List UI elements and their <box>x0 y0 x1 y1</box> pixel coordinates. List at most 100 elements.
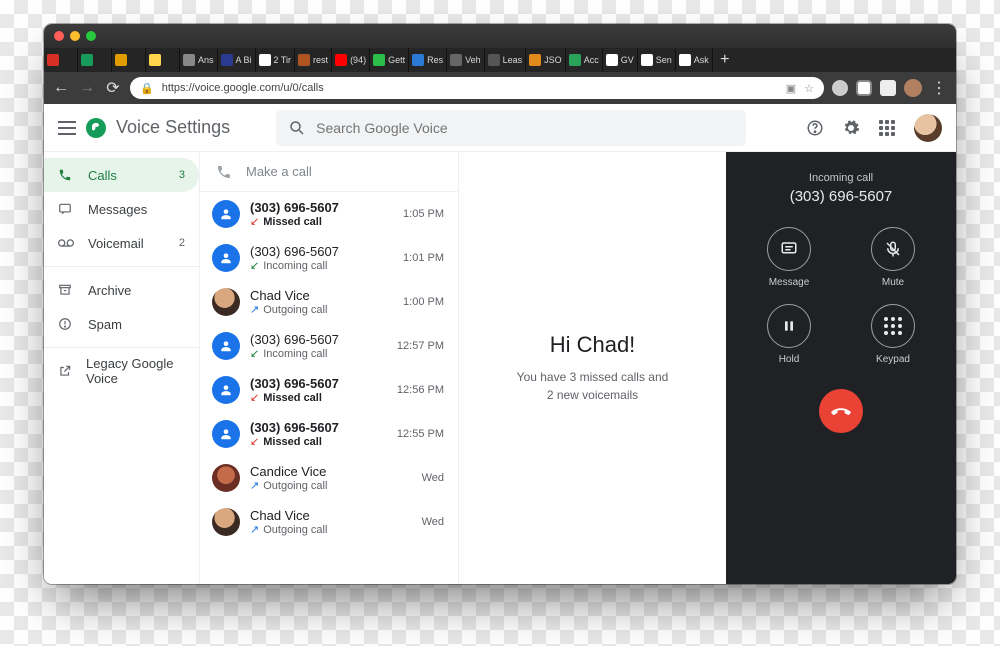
tab-label: Ans <box>198 55 214 65</box>
account-avatar[interactable] <box>914 114 942 142</box>
call-list: (303) 696-5607↙Missed call1:05 PM(303) 6… <box>200 192 458 544</box>
call-row[interactable]: (303) 696-5607↙Missed call12:55 PM <box>200 412 458 456</box>
favicon-icon <box>115 54 127 66</box>
ext-icon-2[interactable] <box>856 80 872 96</box>
mute-icon <box>871 227 915 271</box>
hangup-button[interactable] <box>819 389 863 433</box>
call-row[interactable]: (303) 696-5607↙Missed call12:56 PM <box>200 368 458 412</box>
browser-tab[interactable]: Ask <box>676 48 713 72</box>
search-icon <box>288 119 306 137</box>
window-control[interactable] <box>86 31 96 41</box>
phone-icon <box>216 164 232 180</box>
browser-tab[interactable] <box>146 48 180 72</box>
favicon-icon <box>450 54 462 66</box>
browser-window: Ans A Bi2 Tirrest(94)GettResVehLeasJSO Acc… <box>44 24 956 584</box>
call-time: Wed <box>422 472 444 484</box>
make-call-row[interactable]: Make a call <box>200 152 458 192</box>
sidebar-item-archive[interactable]: Archive <box>44 273 199 307</box>
browser-tab[interactable]: Leas <box>485 48 527 72</box>
browser-tab[interactable]: Acc <box>566 48 603 72</box>
favicon-icon <box>641 54 653 66</box>
hold-icon <box>767 304 811 348</box>
calls-column: Make a call (303) 696-5607↙Missed call1:… <box>199 152 459 584</box>
sidebar-item-messages[interactable]: Messages <box>44 192 199 226</box>
browser-tab[interactable]: JSO <box>526 48 566 72</box>
call-subtitle: ↙Incoming call <box>250 347 387 360</box>
reload-icon[interactable]: ⟳ <box>104 78 122 98</box>
browser-tab[interactable]: Veh <box>447 48 485 72</box>
camera-icon[interactable]: ▣ <box>786 82 796 95</box>
call-avatar <box>212 332 240 360</box>
browser-tab[interactable] <box>78 48 112 72</box>
menu-icon[interactable] <box>58 121 76 135</box>
call-direction-icon: ↗ <box>250 479 259 492</box>
tab-label: Sen <box>656 55 672 65</box>
browser-tab[interactable] <box>44 48 78 72</box>
favicon-icon <box>335 54 347 66</box>
message-icon <box>767 227 811 271</box>
call-row[interactable]: (303) 696-5607↙Incoming call1:01 PM <box>200 236 458 280</box>
dialer-mute-button[interactable]: Mute <box>853 227 933 288</box>
tab-label: Acc <box>584 55 599 65</box>
voice-app: Voice Settings <box>44 104 956 584</box>
sidebar-item-label: Messages <box>88 202 147 217</box>
favicon-icon <box>149 54 161 66</box>
call-title: (303) 696-5607 <box>250 376 387 391</box>
browser-tab[interactable]: (94) <box>332 48 370 72</box>
search-input[interactable] <box>316 120 734 136</box>
ext-icon-3[interactable] <box>880 80 896 96</box>
star-icon[interactable]: ☆ <box>804 82 814 95</box>
dialer-button-label: Keypad <box>876 354 910 365</box>
sidebar-item-calls[interactable]: Calls3 <box>44 158 199 192</box>
gear-icon[interactable] <box>842 119 860 137</box>
ext-icon-1[interactable] <box>832 80 848 96</box>
url-bar: ← → ⟳ 🔒 https://voice.google.com/u/0/cal… <box>44 72 956 104</box>
sidebar-item-voicemail[interactable]: Voicemail2 <box>44 226 199 260</box>
browser-tab[interactable]: A Bi <box>218 48 256 72</box>
browser-tab[interactable] <box>112 48 146 72</box>
browser-tab[interactable]: Res <box>409 48 447 72</box>
omnibox[interactable]: 🔒 https://voice.google.com/u/0/calls ▣ ☆ <box>130 77 824 99</box>
app-title: Voice Settings <box>116 117 230 138</box>
call-avatar <box>212 508 240 536</box>
call-row[interactable]: Candice Vice↗Outgoing callWed <box>200 456 458 500</box>
call-avatar <box>212 376 240 404</box>
call-title: (303) 696-5607 <box>250 244 393 259</box>
call-avatar <box>212 200 240 228</box>
call-row[interactable]: (303) 696-5607↙Missed call1:05 PM <box>200 192 458 236</box>
browser-tab[interactable]: 2 Tir <box>256 48 296 72</box>
dialer-hold-button[interactable]: Hold <box>749 304 829 365</box>
call-main: (303) 696-5607↙Missed call <box>250 420 387 448</box>
browser-tab[interactable]: Sen <box>638 48 676 72</box>
sidebar-item-spam[interactable]: Spam <box>44 307 199 341</box>
call-main: (303) 696-5607↙Missed call <box>250 200 393 228</box>
dialer-button-label: Message <box>769 277 810 288</box>
dialer-message-button[interactable]: Message <box>749 227 829 288</box>
favicon-icon <box>679 54 691 66</box>
apps-icon[interactable] <box>878 119 896 137</box>
browser-avatar[interactable] <box>904 79 922 97</box>
call-direction-icon: ↙ <box>250 391 259 404</box>
sidebar-item-label: Voicemail <box>88 236 144 251</box>
back-icon[interactable]: ← <box>52 79 70 97</box>
incoming-call-panel: Incoming call (303) 696-5607 MessageMute… <box>726 152 956 584</box>
call-row[interactable]: Chad Vice↗Outgoing call1:00 PM <box>200 280 458 324</box>
browser-tab[interactable]: Gett <box>370 48 409 72</box>
help-icon[interactable] <box>806 119 824 137</box>
call-row[interactable]: Chad Vice↗Outgoing callWed <box>200 500 458 544</box>
app-header: Voice Settings <box>44 104 956 152</box>
call-title: Chad Vice <box>250 288 393 303</box>
window-control[interactable] <box>54 31 64 41</box>
sidebar-item-legacy-google-voice[interactable]: Legacy Google Voice <box>44 354 199 388</box>
browser-tab[interactable]: rest <box>295 48 332 72</box>
call-time: 12:57 PM <box>397 340 444 352</box>
window-control[interactable] <box>70 31 80 41</box>
browser-menu-icon[interactable]: ⋮ <box>930 78 948 98</box>
dialer-keypad-button[interactable]: Keypad <box>853 304 933 365</box>
call-subtitle: ↗Outgoing call <box>250 479 412 492</box>
search-box[interactable] <box>276 110 746 146</box>
browser-tab[interactable]: Ans <box>180 48 218 72</box>
new-tab-button[interactable]: + <box>713 48 737 72</box>
browser-tab[interactable]: GV <box>603 48 638 72</box>
call-row[interactable]: (303) 696-5607↙Incoming call12:57 PM <box>200 324 458 368</box>
